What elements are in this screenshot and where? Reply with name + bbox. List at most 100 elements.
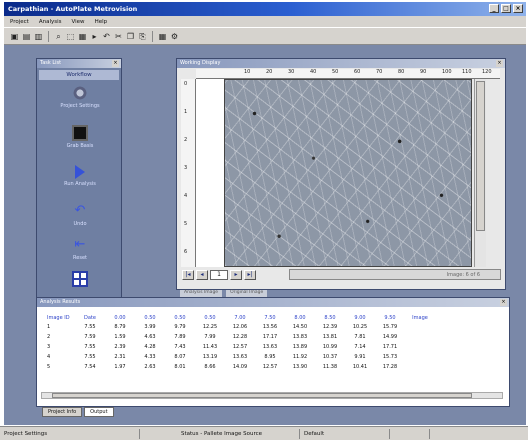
task-run-analysis[interactable]: Run Analysis bbox=[37, 165, 123, 187]
table-cell: 12.57 bbox=[262, 364, 278, 370]
task-label: Undo bbox=[73, 221, 87, 227]
page-number[interactable]: 1 bbox=[210, 270, 228, 280]
ruler-tick: 80 bbox=[398, 69, 405, 75]
menu-project[interactable]: Project bbox=[10, 19, 29, 25]
horizontal-scrollbar[interactable] bbox=[41, 392, 503, 399]
table-cell: 14.50 bbox=[292, 324, 308, 330]
status-bar: Project Settings Status - Pallete Image … bbox=[0, 426, 528, 440]
close-icon[interactable]: × bbox=[112, 60, 119, 67]
new-icon[interactable]: ▣ bbox=[10, 32, 19, 41]
table-cell: 7.99 bbox=[204, 334, 216, 340]
prev-page-button[interactable]: ◂ bbox=[196, 270, 208, 280]
next-page-button[interactable]: ▸ bbox=[230, 270, 242, 280]
column-header[interactable]: Image bbox=[405, 313, 435, 322]
table-row[interactable]: 4 7.55 2.31 4.33 8.07 13.19 13.63 8.95 11.92 10.3… bbox=[47, 352, 435, 362]
select-icon[interactable]: ⬚ bbox=[66, 32, 75, 41]
table-cell: 10.37 bbox=[322, 354, 338, 360]
menu-view[interactable]: View bbox=[72, 19, 85, 25]
table-cell: 12.28 bbox=[232, 334, 248, 340]
table-cell: 15.79 bbox=[382, 324, 398, 330]
table-cell: 4.63 bbox=[144, 334, 156, 340]
scroll-thumb[interactable] bbox=[476, 81, 485, 231]
column-header[interactable]: Date bbox=[75, 313, 105, 322]
microstructure-image[interactable] bbox=[224, 79, 472, 267]
table-cell: 8.66 bbox=[204, 364, 216, 370]
ruler-tick: 1 bbox=[184, 109, 188, 115]
table-cell bbox=[405, 332, 435, 342]
table-cell: 17.17 bbox=[262, 334, 278, 340]
column-header[interactable]: 9.00 bbox=[345, 313, 375, 322]
close-icon[interactable]: × bbox=[496, 60, 503, 67]
table-cell: 7.14 bbox=[354, 344, 366, 350]
column-header[interactable]: 7.50 bbox=[255, 313, 285, 322]
print-icon[interactable]: ▦ bbox=[78, 32, 87, 41]
toolbar-separator bbox=[48, 30, 49, 42]
table-cell: 13.81 bbox=[322, 334, 338, 340]
ruler-tick: 2 bbox=[184, 137, 188, 143]
table-cell: 3.99 bbox=[144, 324, 156, 330]
copy-icon[interactable]: ❐ bbox=[126, 32, 135, 41]
undo-icon[interactable]: ↶ bbox=[102, 32, 111, 41]
table-row[interactable]: 5 7.54 1.97 2.63 8.01 8.66 14.09 12.57 13.90 11.3… bbox=[47, 362, 435, 372]
column-header[interactable]: 0.00 bbox=[105, 313, 135, 322]
results-window: Analysis Results × Image ID Date 0.00 0.… bbox=[36, 297, 510, 407]
table-cell: 7.81 bbox=[354, 334, 366, 340]
table-cell: 5 bbox=[47, 364, 51, 370]
zoom-icon[interactable]: ⌕ bbox=[54, 32, 63, 41]
image-window-title: Working Display bbox=[177, 59, 505, 68]
menu-analysis[interactable]: Analysis bbox=[39, 19, 62, 25]
settings-icon[interactable]: ⚙ bbox=[170, 32, 179, 41]
minimize-button[interactable]: _ bbox=[489, 4, 499, 13]
table-row[interactable]: 3 7.55 2.39 4.28 7.43 11.43 12.57 13.63 13.89 10.… bbox=[47, 342, 435, 352]
menu-bar: Project Analysis View Help bbox=[4, 16, 526, 27]
column-header[interactable]: 7.00 bbox=[225, 313, 255, 322]
task-project-settings[interactable]: Project Settings bbox=[37, 85, 123, 109]
table-cell: 8.79 bbox=[114, 324, 126, 330]
column-header[interactable]: 0.50 bbox=[195, 313, 225, 322]
table-row[interactable]: 1 7.55 8.79 3.99 9.79 12.25 12.06 13.56 14.50 12.… bbox=[47, 322, 435, 332]
menu-help[interactable]: Help bbox=[95, 19, 108, 25]
task-undo[interactable]: ↶ Undo bbox=[37, 203, 123, 227]
column-header[interactable]: 0.50 bbox=[135, 313, 165, 322]
paste-icon[interactable]: ⎘ bbox=[138, 32, 147, 41]
scroll-thumb[interactable] bbox=[52, 393, 472, 398]
table-cell: 10.99 bbox=[322, 344, 338, 350]
column-header[interactable]: Image ID bbox=[47, 313, 75, 322]
open-icon[interactable]: ▤ bbox=[22, 32, 31, 41]
task-grab-basis[interactable]: Grab Basis bbox=[37, 125, 123, 149]
table-cell bbox=[405, 322, 435, 332]
ruler-tick: 60 bbox=[354, 69, 361, 75]
table-cell: 4.28 bbox=[144, 344, 156, 350]
table-cell: 13.56 bbox=[262, 324, 278, 330]
close-button[interactable]: × bbox=[513, 4, 523, 13]
task-grid[interactable] bbox=[37, 271, 123, 289]
task-reset[interactable]: ⇤ Reset bbox=[37, 237, 123, 261]
table-cell: 13.63 bbox=[262, 344, 278, 350]
tab-output[interactable]: Output bbox=[84, 407, 114, 417]
save-icon[interactable]: ▥ bbox=[34, 32, 43, 41]
ruler-tick: 100 bbox=[442, 69, 452, 75]
ruler-tick: 10 bbox=[244, 69, 251, 75]
table-cell: 17.71 bbox=[382, 344, 398, 350]
window-titlebar: Carpathian - AutoPlate Metrovision _ □ × bbox=[4, 2, 526, 16]
close-icon[interactable]: × bbox=[500, 299, 507, 306]
cut-icon[interactable]: ✂ bbox=[114, 32, 123, 41]
vertical-scrollbar[interactable] bbox=[474, 79, 486, 267]
table-cell: 12.25 bbox=[202, 324, 218, 330]
grid-icon[interactable]: ▦ bbox=[158, 32, 167, 41]
table-cell: 13.90 bbox=[292, 364, 308, 370]
maximize-button[interactable]: □ bbox=[501, 4, 511, 13]
first-page-button[interactable]: |◂ bbox=[182, 270, 194, 280]
table-header-row: Image ID Date 0.00 0.50 0.50 0.50 7.00 7… bbox=[47, 313, 435, 322]
status-empty bbox=[390, 428, 430, 439]
tab-project-info[interactable]: Project Info bbox=[42, 407, 83, 417]
column-header[interactable]: 0.50 bbox=[165, 313, 195, 322]
results-tabs: Project Info Output bbox=[42, 407, 114, 417]
column-header[interactable]: 8.50 bbox=[315, 313, 345, 322]
column-header[interactable]: 8.00 bbox=[285, 313, 315, 322]
column-header[interactable]: 9.50 bbox=[375, 313, 405, 322]
table-row[interactable]: 2 7.59 1.59 4.63 7.89 7.99 12.28 17.17 13.83 13.8… bbox=[47, 332, 435, 342]
last-page-button[interactable]: ▸| bbox=[244, 270, 256, 280]
arrow-icon[interactable]: ▸ bbox=[90, 32, 99, 41]
toolbar: ▣ ▤ ▥ ⌕ ⬚ ▦ ▸ ↶ ✂ ❐ ⎘ ▦ ⚙ bbox=[4, 27, 526, 45]
